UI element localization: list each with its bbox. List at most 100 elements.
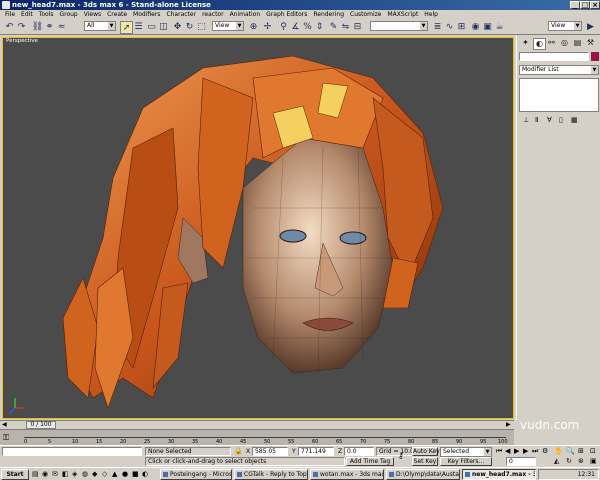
render-last-icon[interactable]: ▶	[585, 21, 596, 32]
angle-snap-icon[interactable]: ∡	[290, 21, 301, 32]
menu-customize[interactable]: Customize	[347, 10, 385, 19]
menu-views[interactable]: Views	[81, 10, 104, 19]
redo-icon[interactable]: ↷	[16, 21, 27, 32]
zoom-extents-icon[interactable]: ⊡	[590, 447, 596, 455]
named-selection-sets-dropdown[interactable]: ▼	[370, 21, 428, 31]
menu-file[interactable]: File	[2, 10, 18, 19]
menu-help[interactable]: Help	[421, 10, 441, 19]
minimize-button[interactable]: _	[570, 1, 580, 9]
taskbar-item-wotan[interactable]: wotan.max - 3ds max 6 - ...	[310, 469, 384, 480]
go-to-start-icon[interactable]: ⏮	[496, 447, 502, 456]
taskbar-item-cgtalk[interactable]: CGTalk - Reply to Topic - ...	[234, 469, 308, 480]
pin-stack-icon[interactable]: ⊥	[523, 116, 529, 124]
modify-tab-icon[interactable]: ◐	[533, 38, 546, 50]
remove-modifier-icon[interactable]: ▯	[559, 116, 563, 124]
pan-icon[interactable]: ✋	[554, 447, 563, 455]
menu-create[interactable]: Create	[104, 10, 130, 19]
quick-render-icon[interactable]: ☕	[494, 21, 505, 32]
next-frame-icon[interactable]: ▶	[523, 447, 528, 455]
quicklaunch-app-icon[interactable]: ▲	[112, 470, 117, 478]
menu-rendering[interactable]: Rendering	[310, 10, 347, 19]
go-to-end-icon[interactable]: ⏭	[532, 447, 538, 456]
quicklaunch-app-icon[interactable]: ◐	[142, 470, 148, 478]
hierarchy-tab-icon[interactable]: ⚯	[546, 38, 557, 48]
modifier-list-dropdown[interactable]: Modifier List ▼	[519, 65, 599, 75]
spinner-snap-icon[interactable]: ⇕	[314, 21, 325, 32]
render-scene-icon[interactable]: ▣	[482, 21, 493, 32]
unlink-icon[interactable]: ⚭	[44, 21, 55, 32]
motion-tab-icon[interactable]: ◎	[559, 38, 570, 48]
arc-rotate-icon[interactable]: ↻	[566, 457, 572, 465]
quicklaunch-app-icon[interactable]: ◍	[82, 470, 88, 478]
move-icon[interactable]: ✥	[172, 21, 183, 32]
object-name-field[interactable]	[519, 52, 589, 61]
modifier-stack[interactable]	[519, 78, 599, 112]
orbit-icon[interactable]: ⊛	[578, 457, 584, 465]
quicklaunch-app-icon[interactable]: ◇	[102, 470, 107, 478]
maxscript-listener-field[interactable]	[2, 447, 142, 456]
mirror-icon[interactable]: ⇋	[340, 21, 351, 32]
utilities-tab-icon[interactable]: ⚒	[585, 38, 596, 48]
object-color-swatch[interactable]	[591, 52, 599, 61]
key-mode-dropdown[interactable]: Selected ▼	[440, 447, 492, 457]
start-button[interactable]: Start	[1, 469, 29, 480]
previous-frame-icon[interactable]: ◀	[505, 447, 510, 455]
viewport-label[interactable]: Perspective	[6, 38, 38, 44]
quicklaunch-desktop-icon[interactable]: ▤	[32, 470, 39, 478]
menu-graph-editors[interactable]: Graph Editors	[263, 10, 310, 19]
taskbar-item-explorer[interactable]: D:\Olymp\data\Austausch...	[386, 469, 460, 480]
maximize-viewport-icon[interactable]: ▣	[590, 457, 597, 465]
maximize-button[interactable]: □	[580, 1, 590, 9]
time-configuration-icon[interactable]: ⚙	[542, 447, 548, 455]
quicklaunch-app-icon[interactable]: ●	[122, 470, 128, 478]
material-editor-icon[interactable]: ◉	[470, 21, 481, 32]
close-button[interactable]: ×	[590, 1, 600, 9]
quicklaunch-app-icon[interactable]: ◈	[72, 470, 77, 478]
menu-edit[interactable]: Edit	[18, 10, 36, 19]
scale-icon[interactable]: ⬚	[196, 21, 207, 32]
snaps-toggle-icon[interactable]: ⚲	[278, 21, 289, 32]
selection-filter-dropdown[interactable]: All ▼	[84, 21, 116, 31]
align-icon[interactable]: ⊟	[352, 21, 363, 32]
percent-snap-icon[interactable]: %	[302, 21, 313, 32]
configure-modifier-sets-icon[interactable]: ▦	[571, 116, 578, 124]
render-type-dropdown[interactable]: View ▼	[548, 21, 582, 31]
create-tab-icon[interactable]: ✦	[520, 38, 531, 48]
rotate-icon[interactable]: ↻	[184, 21, 195, 32]
link-icon[interactable]: ⛓	[32, 21, 43, 32]
set-key-button[interactable]: Set Key	[412, 457, 438, 466]
lock-selection-icon[interactable]: 🔒	[234, 447, 243, 455]
taskbar-item-outlook[interactable]: Posteingang - Microsoft ...	[160, 469, 232, 480]
curve-editor-icon[interactable]: ∿	[444, 21, 455, 32]
slider-prev-icon[interactable]: ◀	[2, 421, 7, 428]
auto-key-button[interactable]: Auto Key	[412, 447, 440, 456]
quicklaunch-app-icon[interactable]: ◆	[92, 470, 97, 478]
select-by-name-icon[interactable]: ☰	[133, 21, 144, 32]
menu-maxscript[interactable]: MAXScript	[385, 10, 422, 19]
quicklaunch-mail-icon[interactable]: ✉	[52, 470, 58, 478]
selection-region-icon[interactable]: ▭	[146, 21, 157, 32]
select-object-icon[interactable]: ➚	[120, 21, 133, 34]
layer-manager-icon[interactable]: ≣	[432, 21, 443, 32]
schematic-view-icon[interactable]: ⊞	[456, 21, 467, 32]
menu-reactor[interactable]: reactor	[199, 10, 227, 19]
zoom-all-icon[interactable]: ⊞	[578, 447, 584, 455]
make-unique-icon[interactable]: ∀	[547, 116, 552, 124]
perspective-viewport[interactable]	[2, 37, 514, 419]
slider-next-icon[interactable]: ▶	[506, 421, 511, 428]
manipulate-icon[interactable]: ✢	[262, 21, 273, 32]
menu-animation[interactable]: Animation	[227, 10, 264, 19]
named-selection-icon[interactable]: ✎	[328, 21, 339, 32]
key-filters-button[interactable]: Key Filters...	[440, 457, 492, 466]
menu-group[interactable]: Group	[56, 10, 80, 19]
time-slider[interactable]: 0 / 100 ◀ ▶	[0, 420, 514, 429]
z-coordinate-field[interactable]: 0.0	[344, 447, 374, 456]
display-tab-icon[interactable]: ▤	[572, 38, 583, 48]
menu-character[interactable]: Character	[163, 10, 199, 19]
field-of-view-icon[interactable]: ◭	[554, 457, 559, 465]
bind-space-warp-icon[interactable]: ≈	[56, 21, 67, 32]
quicklaunch-app-icon[interactable]: ■	[132, 470, 139, 478]
menu-tools[interactable]: Tools	[36, 10, 57, 19]
menu-modifiers[interactable]: Modifiers	[130, 10, 163, 19]
zoom-icon[interactable]: 🔍	[566, 447, 575, 455]
